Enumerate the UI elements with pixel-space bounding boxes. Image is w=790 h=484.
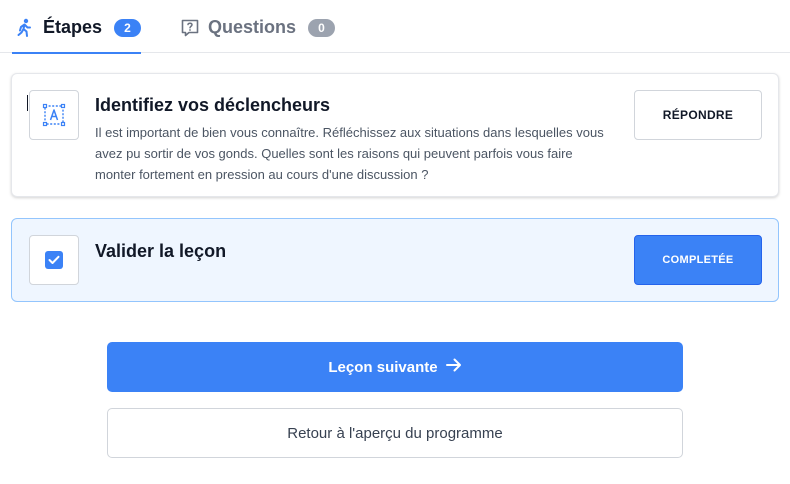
tab-questions[interactable]: Questions 0 [178,0,336,53]
next-lesson-label: Leçon suivante [328,358,438,376]
answer-button[interactable]: RÉPONDRE [634,90,762,140]
tab-questions-label: Questions [208,17,297,37]
tab-bar: Étapes 2 Questions 0 [0,0,790,54]
tab-steps-label: Étapes [42,17,102,37]
step-card-triggers: Identifiez vos déclencheurs Il est impor… [11,73,779,197]
text-field-icon [29,90,79,140]
tab-steps-count: 2 [114,18,141,37]
step-title: Valider la leçon [95,241,227,261]
completed-button[interactable]: COMPLETÉE [634,235,762,285]
runner-icon [16,18,35,38]
tab-steps[interactable]: Étapes 2 [12,0,141,54]
question-square-icon [180,18,200,38]
step-card-validate: Valider la leçon COMPLETÉE [11,218,779,302]
tab-questions-count: 0 [308,18,336,37]
next-lesson-button[interactable]: Leçon suivante [107,342,683,392]
checkbox-checked-icon[interactable] [29,235,79,285]
step-description: Il est important de bien vous connaître.… [95,125,604,182]
lesson-page: Étapes 2 Questions 0 Identifiez vos décl… [0,0,790,484]
text-cursor [27,95,28,111]
arrow-right-icon [445,358,462,376]
step-title: Identifiez vos déclencheurs [95,95,331,115]
back-to-program-button[interactable]: Retour à l'aperçu du programme [107,408,683,458]
